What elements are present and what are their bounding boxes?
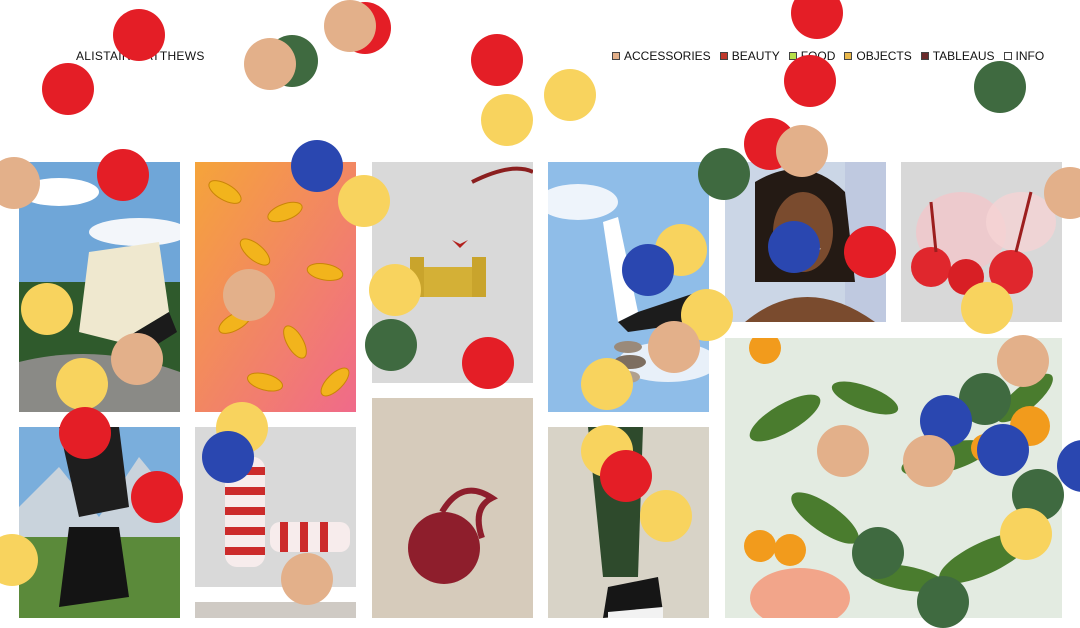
confetti-dot (97, 149, 149, 201)
confetti-dot (462, 337, 514, 389)
confetti-dot (324, 0, 376, 52)
confetti-dot (59, 407, 111, 459)
objects-swatch-icon (844, 52, 853, 60)
confetti-dot (369, 264, 421, 316)
strip-image (195, 602, 356, 618)
confetti-dot (481, 94, 533, 146)
confetti-dot (544, 69, 596, 121)
confetti-dot (338, 175, 390, 227)
gallery-tile-red-onion[interactable] (372, 398, 533, 618)
nav-label: BEAUTY (731, 49, 780, 63)
confetti-dot (131, 471, 183, 523)
nav-objects[interactable]: OBJECTS (844, 49, 912, 63)
confetti-dot (791, 0, 843, 39)
nav-beauty[interactable]: BEAUTY (719, 49, 780, 63)
confetti-dot (817, 425, 869, 477)
confetti-dot (776, 125, 828, 177)
gallery-tile-small-strip[interactable] (195, 602, 356, 618)
confetti-dot (698, 148, 750, 200)
tableaus-swatch-icon (920, 52, 929, 60)
info-swatch-icon (1003, 52, 1012, 60)
confetti-dot (648, 321, 700, 373)
confetti-dot (974, 61, 1026, 113)
nav-info[interactable]: INFO (1003, 49, 1045, 63)
confetti-dot (844, 226, 896, 278)
nav-label: ACCESSORIES (624, 49, 711, 63)
confetti-dot (903, 435, 955, 487)
confetti-dot (56, 358, 108, 410)
confetti-dot (291, 140, 343, 192)
confetti-dot (997, 335, 1049, 387)
nav-label: OBJECTS (856, 49, 912, 63)
confetti-dot (640, 490, 692, 542)
beauty-swatch-icon (719, 52, 728, 60)
gallery-tile-capsules[interactable] (195, 162, 356, 412)
nav-accessories[interactable]: ACCESSORIES (612, 49, 711, 63)
confetti-dot (365, 319, 417, 371)
nav-label: INFO (1015, 49, 1045, 63)
confetti-dot (600, 450, 652, 502)
confetti-dot (961, 282, 1013, 334)
confetti-dot (784, 55, 836, 107)
confetti-dot (244, 38, 296, 90)
accessories-swatch-icon (612, 52, 620, 60)
capsules-image (195, 162, 356, 412)
confetti-dot (1000, 508, 1052, 560)
confetti-dot (281, 553, 333, 605)
confetti-dot (622, 244, 674, 296)
confetti-dot (223, 269, 275, 321)
confetti-dot (111, 333, 163, 385)
confetti-dot (581, 358, 633, 410)
main-nav: ACCESSORIES BEAUTY FOOD OBJECTS TABLEAUS… (612, 49, 1044, 63)
confetti-dot (42, 63, 94, 115)
confetti-dot (768, 221, 820, 273)
confetti-dot (471, 34, 523, 86)
nav-label: TABLEAUS (932, 49, 995, 63)
confetti-dot (977, 424, 1029, 476)
confetti-dot (21, 283, 73, 335)
confetti-dot (852, 527, 904, 579)
nav-tableaus[interactable]: TABLEAUS (920, 49, 995, 63)
confetti-dot (917, 576, 969, 628)
red-onion-image (372, 398, 533, 618)
confetti-dot (202, 431, 254, 483)
confetti-dot (113, 9, 165, 61)
